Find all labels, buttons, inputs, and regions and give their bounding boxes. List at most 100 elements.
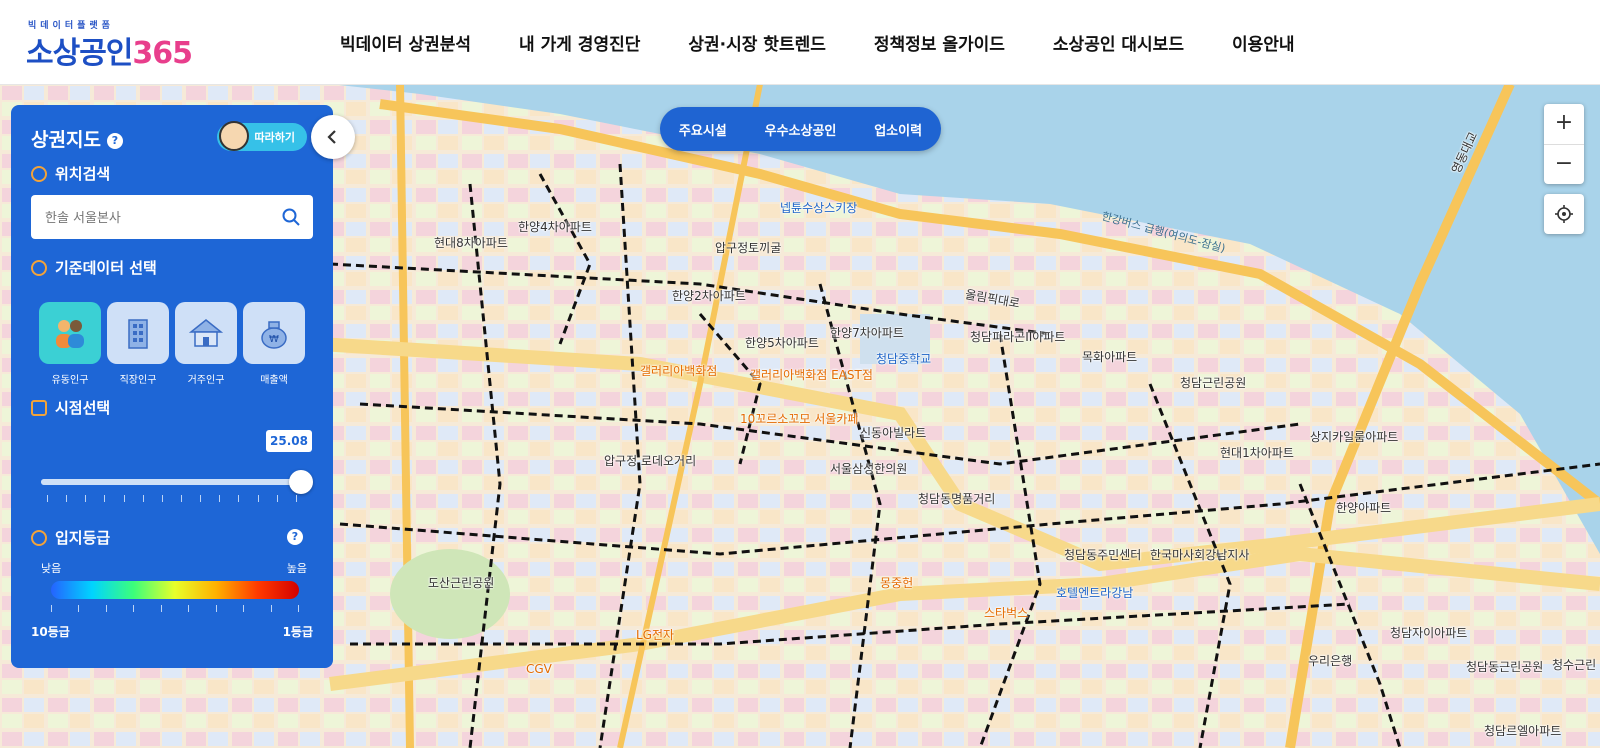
commercial-map-panel: 상권지도? 따라하기 위치검색 기준데이터 선택 유동인구 직장인구 <box>11 105 333 668</box>
office-building-icon <box>107 302 169 364</box>
map-label[interactable]: 한국마사회강남지사 <box>1150 546 1249 563</box>
map-label[interactable]: 청담근린공원 <box>1180 374 1246 391</box>
zoom-control: + − <box>1544 104 1584 184</box>
tile-working-population[interactable]: 직장인구 <box>107 302 169 386</box>
tile-label: 유동인구 <box>51 375 89 386</box>
map-label[interactable]: 신동아빌라트 <box>860 424 926 441</box>
tab-excellent-merchants[interactable]: 우수소상공인 <box>765 120 837 139</box>
tab-store-history[interactable]: 업소이력 <box>874 120 922 139</box>
time-value-tooltip: 25.08 <box>266 430 312 452</box>
map-filter-pill: 주요시설 우수소상공인 업소이력 <box>660 107 941 151</box>
map-label[interactable]: 현대8차아파트 <box>434 234 508 251</box>
map-label[interactable]: 갤러리아백화점 EAST점 <box>750 366 873 383</box>
logo[interactable]: 빅데이터플랫폼 소상공인365 <box>26 18 193 71</box>
map-label[interactable]: LG전자 <box>636 626 674 643</box>
grade-scale-labels: 낮음 높음 <box>41 560 307 576</box>
map-label[interactable]: 한양2차아파트 <box>672 287 746 304</box>
time-slider-fill <box>41 479 301 485</box>
map-label[interactable]: 현대1차아파트 <box>1220 444 1294 461</box>
location-grade-label: 입지등급 <box>55 529 111 547</box>
grade-range-labels: 10등급 1등급 <box>31 623 313 640</box>
main-nav: 빅데이터 상권분석 내 가게 경영진단 상권·시장 핫트렌드 정책정보 올가이드… <box>340 30 1343 55</box>
map-label[interactable]: 스타벅스 <box>984 604 1028 621</box>
map-label[interactable]: 갤러리아백화점 <box>640 362 717 379</box>
people-icon <box>39 302 101 364</box>
follow-along-label: 따라하기 <box>254 131 295 144</box>
location-search-box <box>31 195 313 241</box>
map-label[interactable]: 우리은행 <box>1308 652 1352 669</box>
nav-item-dashboard[interactable]: 소상공인 대시보드 <box>1053 30 1184 55</box>
current-location-button[interactable] <box>1544 194 1584 234</box>
logo-korean: 소상공인 <box>26 36 133 71</box>
tile-sales[interactable]: ₩ 매출액 <box>243 302 305 386</box>
nav-item-hot-trend[interactable]: 상권·시장 핫트렌드 <box>688 30 826 55</box>
map-label[interactable]: 청담동근린공원 <box>1466 658 1543 675</box>
map-label[interactable]: 한양아파트 <box>1336 499 1391 516</box>
house-icon <box>175 302 237 364</box>
zoom-in-button[interactable]: + <box>1544 104 1584 145</box>
follow-along-button[interactable]: 따라하기 <box>217 121 307 151</box>
map-label[interactable]: 청담르엘아파트 <box>1484 722 1561 739</box>
map-label[interactable]: 한양7차아파트 <box>830 324 904 341</box>
map-label[interactable]: 상지카일룸아파트 <box>1310 428 1398 445</box>
map-label[interactable]: 목화아파트 <box>1082 348 1137 365</box>
money-bag-icon: ₩ <box>243 302 305 364</box>
site-header: 빅데이터플랫폼 소상공인365 빅데이터 상권분석 내 가게 경영진단 상권·시… <box>0 0 1600 85</box>
time-slider-handle[interactable] <box>289 470 313 494</box>
help-icon[interactable]: ? <box>106 132 123 149</box>
map-label[interactable]: 호텔엔트라강남 <box>1056 584 1133 601</box>
nav-item-commercial-analysis[interactable]: 빅데이터 상권분석 <box>340 30 471 55</box>
map-label[interactable]: 청담중학교 <box>876 350 931 367</box>
logo-text: 소상공인365 <box>26 28 193 72</box>
tile-floating-population[interactable]: 유동인구 <box>39 302 101 386</box>
map-label[interactable]: 압구정 로데오거리 <box>604 452 696 469</box>
nav-item-usage-guide[interactable]: 이용안내 <box>1232 30 1295 55</box>
crosshair-icon <box>1555 205 1573 223</box>
grade-low-label: 낮음 <box>41 562 62 575</box>
map-label[interactable]: 압구정토끼굴 <box>715 239 781 256</box>
search-icon[interactable] <box>281 207 301 227</box>
zoom-out-button[interactable]: − <box>1544 145 1584 185</box>
base-data-tiles: 유동인구 직장인구 거주인구 ₩ 매출액 <box>39 302 311 386</box>
tile-label: 거주인구 <box>187 375 225 386</box>
tile-resident-population[interactable]: 거주인구 <box>175 302 237 386</box>
map-label[interactable]: 몽중헌 <box>880 574 913 591</box>
medal-icon <box>31 529 47 546</box>
logo-number: 365 <box>132 36 193 71</box>
panel-title-text: 상권지도 <box>31 129 101 151</box>
location-grade-heading: 입지등급 <box>31 527 110 548</box>
grade-high-label: 높음 <box>286 562 307 575</box>
grade-min-label: 10등급 <box>31 625 70 639</box>
map-label[interactable]: 청담동주민센터 <box>1064 546 1141 563</box>
location-search-label: 위치검색 <box>55 165 111 183</box>
time-slider-ticks <box>47 495 297 503</box>
grade-help-icon[interactable]: ? <box>287 529 303 545</box>
map-label[interactable]: 청담동명품거리 <box>918 490 995 507</box>
map-label[interactable]: 청수근린 <box>1552 656 1596 673</box>
map-label[interactable]: CGV <box>526 662 552 676</box>
map-label[interactable]: 10꼬르소꼬모 서울카페 <box>740 410 858 427</box>
map-label[interactable]: 청담파라곤II아파트 <box>970 328 1065 345</box>
grade-max-label: 1등급 <box>282 625 313 639</box>
location-search-input[interactable] <box>43 195 267 241</box>
map-label[interactable]: 한양4차아파트 <box>518 218 592 235</box>
nav-item-store-diagnosis[interactable]: 내 가게 경영진단 <box>519 30 640 55</box>
panel-title: 상권지도? <box>31 125 123 152</box>
time-select-label: 시점선택 <box>55 399 111 417</box>
time-slider[interactable] <box>41 470 313 494</box>
map-label[interactable]: 도산근린공원 <box>428 574 494 591</box>
map-label[interactable]: 한양5차아파트 <box>745 334 819 351</box>
chevron-left-icon <box>327 130 336 144</box>
map-label[interactable]: 넵튠수상스키장 <box>780 199 857 216</box>
location-search-heading: 위치검색 <box>31 163 110 184</box>
map-label[interactable]: 서울삼성한의원 <box>830 460 907 477</box>
tile-label: 직장인구 <box>119 375 157 386</box>
base-data-heading: 기준데이터 선택 <box>31 257 157 278</box>
panel-collapse-button[interactable] <box>311 115 355 159</box>
tab-major-facilities[interactable]: 주요시설 <box>679 120 727 139</box>
location-pin-icon <box>31 259 47 276</box>
map-label[interactable]: 청담자이아파트 <box>1390 624 1467 641</box>
search-target-icon <box>31 165 47 182</box>
grade-gradient-bar <box>51 581 299 599</box>
nav-item-policy-guide[interactable]: 정책정보 올가이드 <box>874 30 1005 55</box>
